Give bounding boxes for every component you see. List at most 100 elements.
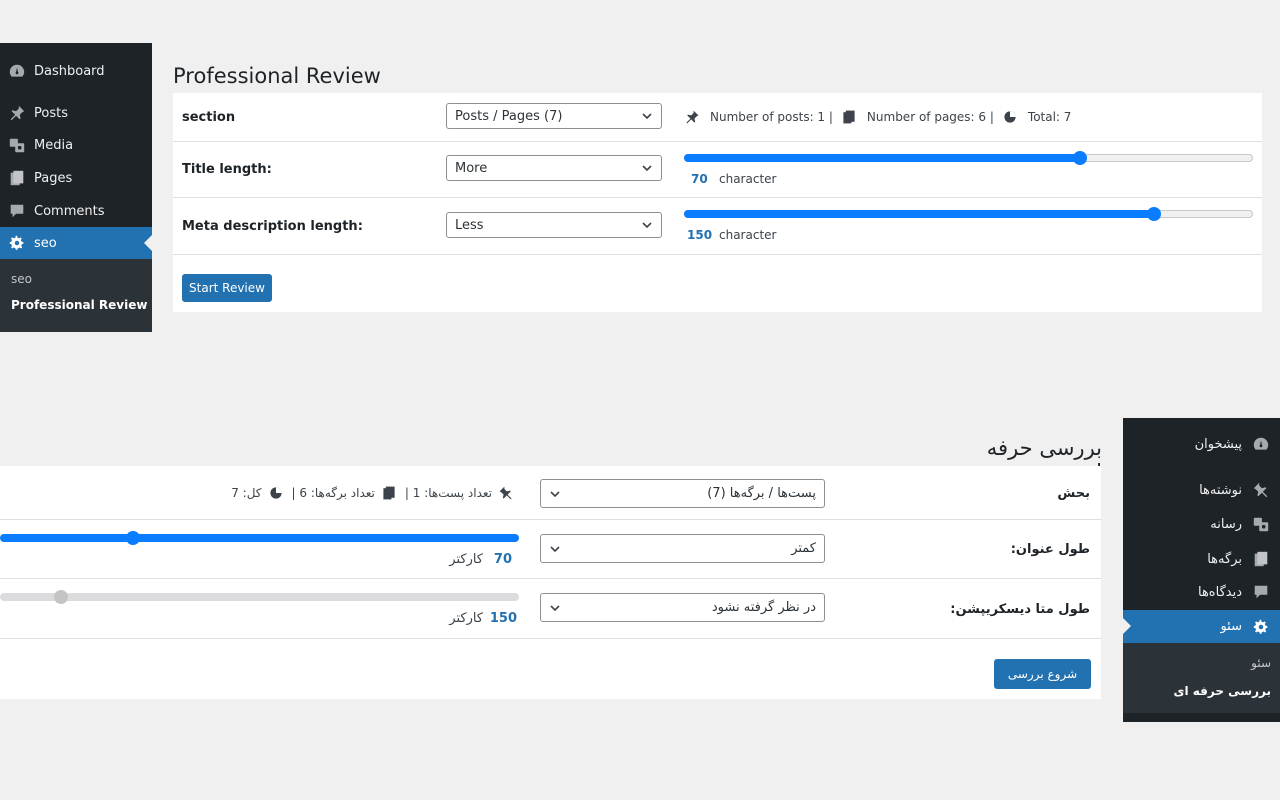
total-count: Total: 7 [1027,110,1072,124]
media-icon [8,136,26,154]
dashboard-icon [8,62,26,80]
meta-length-slider-track-rtl[interactable] [0,593,519,601]
sidebar-item-dashboard-rtl[interactable]: پیشخوان [1123,428,1280,460]
sidebar-item-label: Posts [34,105,68,121]
pin-icon [684,109,700,125]
gear-icon [8,234,26,252]
review-form: section Posts / Pages (7) Number of post… [173,93,1262,312]
sidebar-item-label: Dashboard [34,63,105,79]
submenu-item-professional-review[interactable]: Professional Review [11,298,147,312]
chevron-down-icon [641,219,653,231]
sidebar-item-label: رسانه [1210,516,1242,532]
sidebar-item-posts-rtl[interactable]: نوشته‌ها [1123,474,1280,506]
sidebar-item-label: نوشته‌ها [1199,482,1242,498]
pages-icon [841,109,857,125]
pin-icon [498,485,514,501]
chevron-down-icon [549,602,561,614]
pages-count-rtl: تعداد برگه‌ها: 6 | [291,486,375,500]
meta-length-label: Meta description length: [182,219,363,234]
sidebar-item-label: Pages [34,170,73,186]
sidebar-item-comments-rtl[interactable]: دیدگاه‌ها [1123,576,1280,608]
title-length-select-value-rtl: کمتر [791,541,816,556]
post-stats: Number of posts: 1 | Number of pages: 6 … [684,109,1071,125]
title-length-label-rtl: طول عنوان: [1010,542,1090,557]
title-length-select-rtl[interactable]: کمتر [540,534,825,563]
pages-icon [381,485,397,501]
sidebar-item-pages[interactable]: Pages [0,162,152,194]
title-length-slider-handle[interactable] [1073,151,1087,165]
page-title: Professional Review [173,64,381,88]
section-label-rtl: بحش [1057,486,1090,501]
submenu-item-seo[interactable]: seo [11,272,32,286]
submenu-item-professional-review-rtl[interactable]: بررسی حرفه ای [1173,684,1271,698]
pin-icon [1252,481,1270,499]
title-length-value: 70 [691,172,708,186]
posts-count: Number of posts: 1 | [710,110,833,124]
section-select[interactable]: Posts / Pages (7) [446,103,662,129]
title-length-select-value: More [455,161,488,176]
comment-icon [8,202,26,220]
gear-icon [1252,618,1270,636]
chevron-down-icon [549,488,561,500]
meta-length-row: Meta description length: Less 150 charac… [173,198,1262,255]
review-form-rtl: بحش پست‌ها / برگه‌ها (7) تعداد پست‌ها: 1… [0,466,1101,699]
title-length-row-rtl: طول عنوان: کمتر 70 کارکتر [0,520,1101,579]
meta-length-select-value-rtl: در نظر گرفته نشود [711,600,816,615]
meta-length-select[interactable]: Less [446,212,662,238]
sidebar-item-label: برگه‌ها [1207,551,1242,567]
sidebar-item-media[interactable]: Media [0,129,152,161]
title-length-slider-handle-rtl[interactable] [126,531,140,545]
title-length-label: Title length: [182,162,272,177]
sidebar-item-label: seo [34,235,57,251]
meta-length-value-rtl: 150 [489,611,517,626]
title-length-slider-fill-rtl[interactable] [0,534,519,542]
post-stats-rtl: تعداد پست‌ها: 1 | تعداد برگه‌ها: 6 | کل:… [231,485,514,501]
admin-sidebar: Dashboard Posts Media Pages Comments seo… [0,43,152,332]
media-icon [1252,515,1270,533]
start-review-button-rtl[interactable]: شروع بررسی [994,659,1091,689]
sidebar-item-label: سئو [1220,619,1242,634]
pie-chart-icon [268,485,284,501]
section-row-rtl: بحش پست‌ها / برگه‌ها (7) تعداد پست‌ها: 1… [0,466,1101,520]
meta-length-unit: character [719,228,777,242]
pages-icon [1252,550,1270,568]
meta-length-unit-rtl: کارکتر [449,611,483,626]
chevron-down-icon [549,543,561,555]
title-length-value-rtl: 70 [493,552,512,567]
sidebar-item-seo[interactable]: seo [0,227,152,259]
current-arrow [144,235,152,251]
sidebar-item-seo-rtl[interactable]: سئو [1123,610,1280,643]
start-review-button[interactable]: Start Review [182,274,272,302]
admin-sidebar-rtl: پیشخوان نوشته‌ها رسانه برگه‌ها دیدگاه‌ها… [1123,418,1280,722]
meta-length-select-value: Less [455,218,484,233]
meta-length-value: 150 [687,228,713,242]
section-row: section Posts / Pages (7) Number of post… [173,93,1262,142]
title-length-slider-fill [684,154,1080,162]
sidebar-item-posts[interactable]: Posts [0,97,152,129]
chevron-down-icon [641,162,653,174]
sidebar-item-label: پیشخوان [1194,436,1242,452]
sidebar-item-media-rtl[interactable]: رسانه [1123,508,1280,540]
meta-length-slider-fill [684,210,1154,218]
section-select-value-rtl: پست‌ها / برگه‌ها (7) [707,486,816,501]
pie-chart-icon [1002,109,1018,125]
sidebar-item-comments[interactable]: Comments [0,195,152,227]
submenu: seo Professional Review [0,259,152,332]
meta-length-select-rtl[interactable]: در نظر گرفته نشود [540,593,825,622]
meta-length-slider-handle-rtl[interactable] [54,590,68,604]
current-arrow [1123,618,1131,634]
section-select-rtl[interactable]: پست‌ها / برگه‌ها (7) [540,479,825,508]
title-length-row: Title length: More 70 character [173,142,1262,198]
pin-icon [8,104,26,122]
dashboard-icon [1252,435,1270,453]
submenu-rtl: سئو بررسی حرفه ای [1123,643,1280,713]
sidebar-item-dashboard[interactable]: Dashboard [0,55,152,87]
title-length-unit-rtl: کارکتر [449,552,483,567]
submenu-item-seo-rtl[interactable]: سئو [1251,656,1271,670]
sidebar-item-pages-rtl[interactable]: برگه‌ها [1123,543,1280,575]
section-label: section [182,110,236,125]
title-length-select[interactable]: More [446,155,662,181]
meta-length-label-rtl: طول متا دیسکریپشن: [950,602,1090,617]
pages-count: Number of pages: 6 | [866,110,994,124]
meta-length-slider-handle[interactable] [1147,207,1161,221]
